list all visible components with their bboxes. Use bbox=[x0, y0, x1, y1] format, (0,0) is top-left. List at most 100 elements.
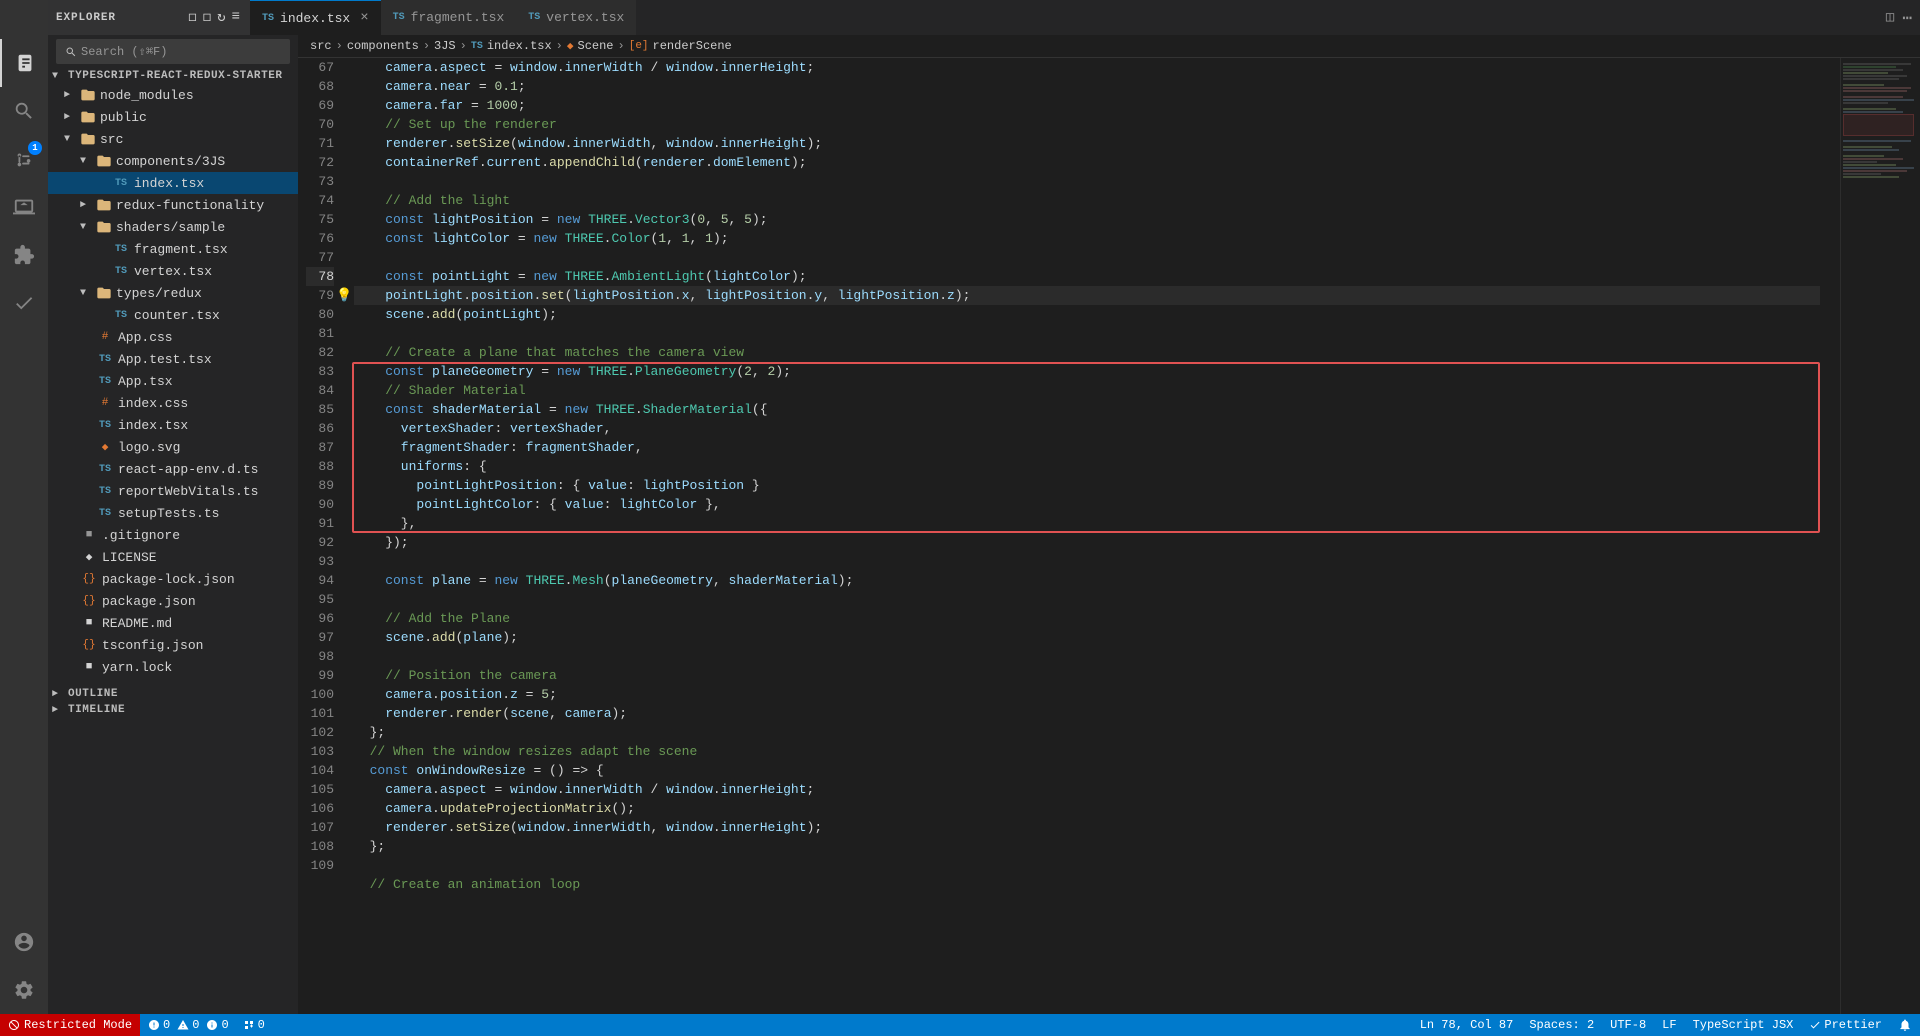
position-label: Ln 78, Col 87 bbox=[1420, 1018, 1514, 1032]
activity-explorer[interactable] bbox=[0, 39, 48, 87]
tree-item-react-env[interactable]: TS react-app-env.d.ts bbox=[48, 458, 298, 480]
tree-item-fragment[interactable]: TS fragment.tsx bbox=[48, 238, 298, 260]
ts-icon-2: TS bbox=[393, 12, 405, 23]
outline-label: OUTLINE bbox=[68, 688, 118, 700]
tree-item-redux[interactable]: ► redux-functionality bbox=[48, 194, 298, 216]
readme-label: README.md bbox=[102, 616, 172, 631]
tree-item-report[interactable]: TS reportWebVitals.ts bbox=[48, 480, 298, 502]
tree-item-shaders[interactable]: ▼ shaders/sample bbox=[48, 216, 298, 238]
code-line-98: // Position the camera bbox=[354, 666, 1820, 685]
restricted-mode-button[interactable]: Restricted Mode bbox=[0, 1014, 140, 1036]
activity-search[interactable] bbox=[0, 87, 48, 135]
code-line-103: const onWindowResize = () => { bbox=[354, 761, 1820, 780]
code-line-79: scene.add(pointLight); bbox=[354, 305, 1820, 324]
code-line-92 bbox=[354, 552, 1820, 571]
pkg-json-label: package.json bbox=[102, 594, 196, 609]
tree-item-readme[interactable]: ■ README.md bbox=[48, 612, 298, 634]
refresh-icon[interactable]: ↻ bbox=[215, 7, 227, 28]
tree-item-src[interactable]: ▼ src bbox=[48, 128, 298, 150]
code-line-77: const pointLight = new THREE.AmbientLigh… bbox=[354, 267, 1820, 286]
license-label: LICENSE bbox=[102, 550, 157, 565]
breadcrumb-ts-icon: TS bbox=[471, 41, 483, 52]
src-label: src bbox=[100, 132, 123, 147]
code-line-102: // When the window resizes adapt the sce… bbox=[354, 742, 1820, 761]
activity-testing[interactable] bbox=[0, 279, 48, 327]
tree-item-app-css[interactable]: # App.css bbox=[48, 326, 298, 348]
tree-item-components-3js[interactable]: ▼ components/3JS bbox=[48, 150, 298, 172]
outline-section[interactable]: ► OUTLINE bbox=[48, 682, 298, 702]
breadcrumb-src[interactable]: src bbox=[310, 39, 332, 53]
activity-account[interactable] bbox=[0, 918, 48, 966]
status-spaces[interactable]: Spaces: 2 bbox=[1521, 1014, 1602, 1036]
status-formatter[interactable]: Prettier bbox=[1801, 1014, 1890, 1036]
react-env-label: react-app-env.d.ts bbox=[118, 462, 258, 477]
ts-icon: TS bbox=[262, 13, 274, 24]
status-language[interactable]: TypeScript JSX bbox=[1685, 1014, 1802, 1036]
bulb-indicator[interactable]: 💡 bbox=[336, 286, 352, 305]
timeline-section[interactable]: ► TIMELINE bbox=[48, 702, 298, 718]
breadcrumb: src › components › 3JS › TS index.tsx › … bbox=[298, 35, 1920, 58]
code-line-71: renderer.setSize(window.innerWidth, wind… bbox=[354, 134, 1820, 153]
tree-item-license[interactable]: ◆ LICENSE bbox=[48, 546, 298, 568]
breadcrumb-render-scene[interactable]: renderScene bbox=[653, 39, 732, 53]
tree-item-yarn[interactable]: ■ yarn.lock bbox=[48, 656, 298, 678]
tree-item-package-json[interactable]: {} package.json bbox=[48, 590, 298, 612]
tree-item-index-tsx-root[interactable]: TS index.tsx bbox=[48, 414, 298, 436]
new-folder-icon[interactable]: ◻ bbox=[201, 7, 213, 28]
collapse-icon[interactable]: ≡ bbox=[230, 7, 242, 28]
status-source-control[interactable]: 0 bbox=[237, 1014, 271, 1036]
tab-vertex-label: vertex.tsx bbox=[546, 10, 624, 25]
status-errors[interactable]: 0 0 0 bbox=[140, 1014, 237, 1036]
split-editor-icon[interactable]: ◫ bbox=[1882, 5, 1898, 30]
tab-index[interactable]: TS index.tsx × bbox=[250, 0, 381, 35]
activity-run[interactable] bbox=[0, 183, 48, 231]
tree-item-package-lock[interactable]: {} package-lock.json bbox=[48, 568, 298, 590]
status-position[interactable]: Ln 78, Col 87 bbox=[1412, 1014, 1522, 1036]
tree-item-types[interactable]: ▼ types/redux bbox=[48, 282, 298, 304]
tree-item-node-modules[interactable]: ► node_modules bbox=[48, 84, 298, 106]
new-file-icon[interactable]: ◻ bbox=[186, 7, 198, 28]
breadcrumb-scene[interactable]: Scene bbox=[578, 39, 614, 53]
code-line-80 bbox=[354, 324, 1820, 343]
activity-extensions[interactable] bbox=[0, 231, 48, 279]
code-line-81: // Create a plane that matches the camer… bbox=[354, 343, 1820, 362]
code-line-95: // Add the Plane bbox=[354, 609, 1820, 628]
more-actions-icon[interactable]: ⋯ bbox=[1902, 8, 1912, 28]
gitignore-label: .gitignore bbox=[102, 528, 180, 543]
search-box[interactable]: Search (⇧⌘F) bbox=[56, 39, 290, 64]
breadcrumb-file[interactable]: index.tsx bbox=[487, 39, 552, 53]
code-line-88: pointLightPosition: { value: lightPositi… bbox=[354, 476, 1820, 495]
tree-item-app-test[interactable]: TS App.test.tsx bbox=[48, 348, 298, 370]
breadcrumb-3js[interactable]: 3JS bbox=[434, 39, 456, 53]
code-line-78: 💡 pointLight.position.set(lightPosition.… bbox=[354, 286, 1820, 305]
status-notifications[interactable] bbox=[1890, 1014, 1920, 1036]
code-line-94 bbox=[354, 590, 1820, 609]
project-row[interactable]: ▼ TYPESCRIPT-REACT-REDUX-STARTER bbox=[48, 68, 298, 84]
code-line-70: // Set up the renderer bbox=[354, 115, 1820, 134]
code-editor[interactable]: 67 68 69 70 71 72 73 74 75 76 77 78 79 8… bbox=[298, 58, 1920, 1014]
breadcrumb-components[interactable]: components bbox=[347, 39, 419, 53]
activity-source-control[interactable]: 1 bbox=[0, 135, 48, 183]
tree-item-vertex[interactable]: TS vertex.tsx bbox=[48, 260, 298, 282]
status-line-ending[interactable]: LF bbox=[1654, 1014, 1684, 1036]
tree-item-setup[interactable]: TS setupTests.ts bbox=[48, 502, 298, 524]
tree-item-gitignore[interactable]: ■ .gitignore bbox=[48, 524, 298, 546]
activity-settings[interactable] bbox=[0, 966, 48, 1014]
code-line-76 bbox=[354, 248, 1820, 267]
tree-item-logo-svg[interactable]: ◆ logo.svg bbox=[48, 436, 298, 458]
tree-item-counter[interactable]: TS counter.tsx bbox=[48, 304, 298, 326]
tree-item-public[interactable]: ► public bbox=[48, 106, 298, 128]
tab-index-close[interactable]: × bbox=[360, 10, 368, 26]
tree-item-app-tsx[interactable]: TS App.tsx bbox=[48, 370, 298, 392]
tree-item-index-tsx[interactable]: TS index.tsx bbox=[48, 172, 298, 194]
status-encoding[interactable]: UTF-8 bbox=[1602, 1014, 1654, 1036]
minimap[interactable] bbox=[1840, 58, 1920, 1014]
tsconfig-label: tsconfig.json bbox=[102, 638, 203, 653]
code-content[interactable]: camera.aspect = window.innerWidth / wind… bbox=[350, 58, 1840, 1014]
logo-svg-label: logo.svg bbox=[118, 440, 180, 455]
tree-item-tsconfig[interactable]: {} tsconfig.json bbox=[48, 634, 298, 656]
formatter-label: Prettier bbox=[1824, 1018, 1882, 1032]
tab-vertex[interactable]: TS vertex.tsx bbox=[516, 0, 636, 35]
tab-fragment[interactable]: TS fragment.tsx bbox=[381, 0, 517, 35]
tree-item-index-css[interactable]: # index.css bbox=[48, 392, 298, 414]
